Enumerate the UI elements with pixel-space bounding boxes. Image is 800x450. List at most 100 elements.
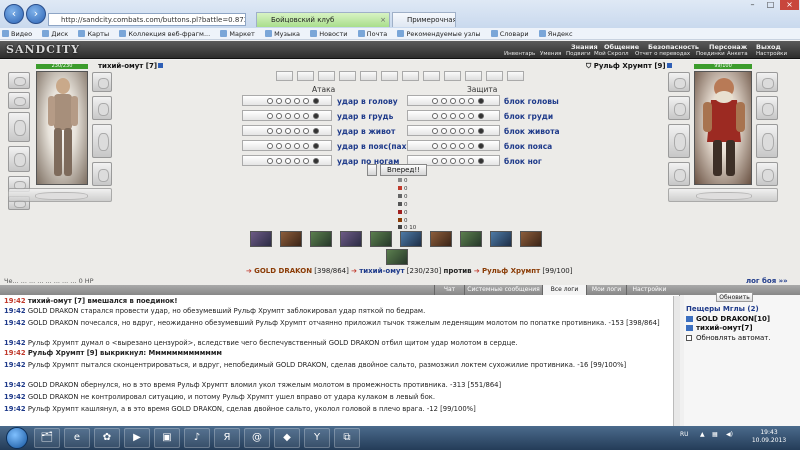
bookmark-dictionaries[interactable]: Словари [489,28,529,39]
radio-option[interactable] [432,98,438,104]
bookmark-web-slices[interactable]: Коллекция веб-фрагм... [117,28,210,39]
armor-slot[interactable] [668,162,690,186]
radio-option[interactable] [303,98,309,104]
info-icon[interactable] [158,63,164,68]
bookmark-suggested[interactable]: Рекомендуемые узлы [395,28,480,39]
attack-chest-radio[interactable] [242,110,332,121]
skill-icon[interactable] [460,231,482,247]
auto-refresh-option[interactable]: Обновлять автомат. [686,334,771,342]
radio-option[interactable] [313,128,319,134]
radio-option[interactable] [303,128,309,134]
radio-option[interactable] [313,158,319,164]
radio-option[interactable] [478,98,484,104]
radio-option[interactable] [468,128,474,134]
explorer-taskbar-icon[interactable]: 🗂 [34,428,60,448]
radio-option[interactable] [450,128,456,134]
enemy-name[interactable]: GOLD DRAKON [254,267,312,275]
radio-option[interactable] [441,98,447,104]
start-button[interactable] [6,427,28,449]
fight-log-link[interactable]: лог боя »» [746,277,788,285]
info-icon[interactable] [666,63,672,68]
close-window-button[interactable]: × [780,0,799,10]
tab-log-settings[interactable]: Настройки [626,285,672,295]
radio-option[interactable] [478,143,484,149]
location-member[interactable]: GOLD DRAKON[10] [686,315,770,323]
menu-knowledge[interactable]: Знания [571,43,598,51]
radio-option[interactable] [294,113,300,119]
opponent-name[interactable]: Рульф Хрумпт [482,267,540,275]
language-indicator[interactable]: RU [680,431,689,438]
block-waist-radio[interactable] [407,140,500,151]
skill-icon[interactable] [520,231,542,247]
bookmark-music[interactable]: Музыка [263,28,300,39]
menu-fights[interactable]: Поединки [696,51,725,57]
radio-option[interactable] [276,158,282,164]
maximize-button[interactable]: □ [762,0,779,10]
radio-option[interactable] [432,113,438,119]
radio-option[interactable] [267,143,273,149]
radio-option[interactable] [267,113,273,119]
radio-option[interactable] [468,158,474,164]
menu-transfer-report[interactable]: Отчет о переводах [635,51,690,57]
radio-option[interactable] [468,143,474,149]
menu-security[interactable]: Безопасность [648,43,699,51]
menu-my-scroll[interactable]: Мой Скролл [594,51,628,57]
weapon-slot[interactable] [668,124,690,158]
tab-my-logs[interactable]: Мои логи [586,285,626,295]
network-icon[interactable]: ▦ [712,431,718,438]
ie-taskbar-icon[interactable]: e [64,428,90,448]
trick-slot[interactable] [381,71,398,81]
trick-slot[interactable] [318,71,335,81]
armor-slot[interactable] [8,146,30,172]
go-button[interactable]: Вперед!! [380,164,427,176]
skill-icon[interactable] [250,231,272,247]
radio-option[interactable] [303,143,309,149]
bookmark-mail[interactable]: Почта [356,28,387,39]
radio-option[interactable] [478,158,484,164]
menu-communication[interactable]: Общение [604,43,639,51]
block-belly-radio[interactable] [407,125,500,136]
radio-option[interactable] [478,113,484,119]
tab-fight-club[interactable]: Бойцовский клуб × [256,12,390,27]
bookmark-disk[interactable]: Диск [40,28,68,39]
skill-icon[interactable] [490,231,512,247]
skill-icon[interactable] [280,231,302,247]
bookmark-video[interactable]: Видео [0,28,32,39]
attack-belly-radio[interactable] [242,125,332,136]
radio-option[interactable] [450,143,456,149]
radio-option[interactable] [276,113,282,119]
radio-option[interactable] [267,98,273,104]
trick-slot[interactable] [465,71,482,81]
player-left-name[interactable]: тихий-омут [7] [98,62,164,70]
attack-head-radio[interactable] [242,95,332,106]
auto-refresh-checkbox[interactable] [686,335,692,341]
radio-option[interactable] [276,98,282,104]
radio-option[interactable] [468,113,474,119]
tray-arrow-icon[interactable]: ▲ [700,431,705,438]
radio-option[interactable] [459,158,465,164]
trick-slot[interactable] [297,71,314,81]
tab-fitting-room[interactable]: Примерочная [392,12,456,27]
close-icon[interactable]: × [380,13,386,27]
weapon-slot[interactable] [8,112,30,142]
audio-taskbar-icon[interactable]: ♪ [184,428,210,448]
cloak-slot[interactable] [92,96,112,120]
bookmark-yandex[interactable]: Яндекс [537,28,573,39]
player-right-name[interactable]: ⛉ Рульф Хрумпт [9] [586,62,672,71]
radio-option[interactable] [459,113,465,119]
radio-option[interactable] [432,143,438,149]
radio-option[interactable] [441,143,447,149]
radio-option[interactable] [285,128,291,134]
radio-option[interactable] [432,158,438,164]
radio-option[interactable] [285,158,291,164]
radio-option[interactable] [459,143,465,149]
forward-button[interactable]: › [26,4,46,24]
radio-option[interactable] [276,128,282,134]
menu-feats[interactable]: Подвиги [566,51,591,57]
menu-profile[interactable]: Анкета [727,51,748,57]
tab-all-logs[interactable]: Все логи [542,285,586,295]
skill-icon[interactable] [430,231,452,247]
bookmark-maps[interactable]: Карты [76,28,109,39]
radio-option[interactable] [478,128,484,134]
block-chest-radio[interactable] [407,110,500,121]
